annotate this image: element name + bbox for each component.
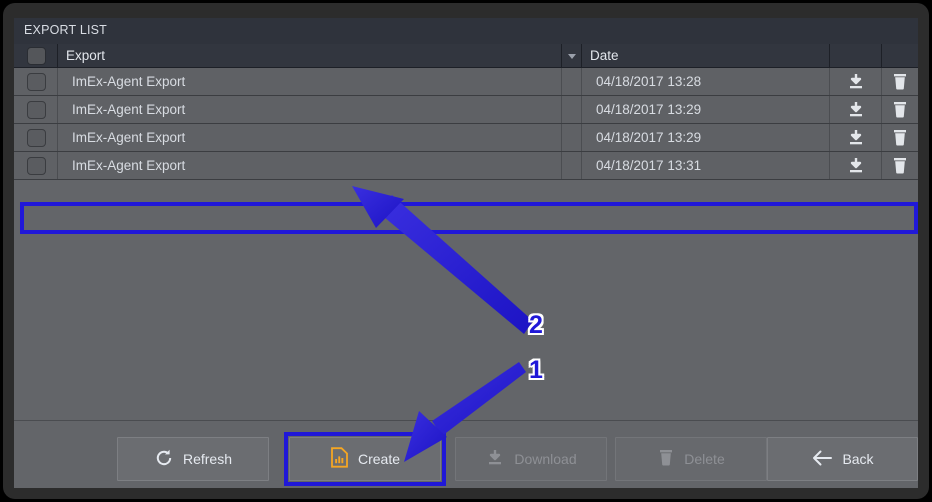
trash-icon bbox=[657, 448, 675, 471]
page-title: EXPORT LIST bbox=[24, 23, 108, 37]
row-export-name: ImEx-Agent Export bbox=[72, 130, 186, 145]
download-icon[interactable] bbox=[830, 128, 881, 148]
row-spacer-cell bbox=[562, 124, 582, 151]
export-list-panel: EXPORT LIST Export Date ImEx-Agent Expor… bbox=[14, 18, 918, 488]
row-spacer-cell bbox=[562, 68, 582, 95]
row-export-name: ImEx-Agent Export bbox=[72, 102, 186, 117]
table-header-delete bbox=[882, 44, 918, 68]
download-button[interactable]: Download bbox=[455, 437, 607, 481]
refresh-button[interactable]: Refresh bbox=[117, 437, 269, 481]
table-row[interactable]: ImEx-Agent Export 04/18/2017 13:28 bbox=[14, 68, 918, 96]
sort-descending-icon bbox=[568, 54, 576, 59]
arrow-left-icon bbox=[811, 449, 833, 470]
back-button[interactable]: Back bbox=[767, 437, 918, 481]
row-date-value: 04/18/2017 13:31 bbox=[596, 158, 702, 173]
row-export-cell: ImEx-Agent Export bbox=[58, 152, 562, 179]
row-export-name: ImEx-Agent Export bbox=[72, 158, 186, 173]
table-header-download bbox=[830, 44, 882, 68]
row-download-cell[interactable] bbox=[830, 152, 882, 179]
row-export-cell: ImEx-Agent Export bbox=[58, 96, 562, 123]
row-checkbox[interactable] bbox=[27, 101, 46, 119]
download-icon bbox=[485, 448, 505, 471]
row-download-cell[interactable] bbox=[830, 124, 882, 151]
table-header-date-label: Date bbox=[590, 48, 619, 63]
row-date-cell: 04/18/2017 13:28 bbox=[582, 68, 830, 95]
row-export-cell: ImEx-Agent Export bbox=[58, 68, 562, 95]
panel-titlebar: EXPORT LIST bbox=[14, 18, 918, 44]
row-select-cell[interactable] bbox=[14, 124, 58, 151]
row-export-cell: ImEx-Agent Export bbox=[58, 124, 562, 151]
row-delete-cell[interactable] bbox=[882, 68, 918, 95]
table-header-select[interactable] bbox=[14, 44, 58, 68]
back-button-label: Back bbox=[842, 451, 874, 467]
table-row[interactable]: ImEx-Agent Export 04/18/2017 13:29 bbox=[14, 96, 918, 124]
row-download-cell[interactable] bbox=[830, 68, 882, 95]
table-header-export[interactable]: Export bbox=[58, 44, 562, 68]
row-delete-cell[interactable] bbox=[882, 96, 918, 123]
table-row[interactable]: ImEx-Agent Export 04/18/2017 13:29 bbox=[14, 124, 918, 152]
download-icon[interactable] bbox=[830, 100, 881, 120]
row-date-cell: 04/18/2017 13:31 bbox=[582, 152, 830, 179]
refresh-button-label: Refresh bbox=[182, 451, 233, 467]
row-date-value: 04/18/2017 13:28 bbox=[596, 74, 702, 89]
action-bar: Refresh Create Download Delete Back bbox=[14, 420, 918, 488]
create-report-icon bbox=[330, 447, 349, 471]
select-all-checkbox[interactable] bbox=[27, 47, 46, 65]
download-button-label: Download bbox=[514, 451, 577, 467]
delete-button[interactable]: Delete bbox=[615, 437, 767, 481]
refresh-icon bbox=[154, 448, 174, 471]
trash-icon[interactable] bbox=[882, 72, 918, 92]
row-spacer-cell bbox=[562, 96, 582, 123]
window-frame: EXPORT LIST Export Date ImEx-Agent Expor… bbox=[0, 0, 932, 502]
create-button-label: Create bbox=[357, 451, 401, 467]
trash-icon[interactable] bbox=[882, 128, 918, 148]
row-select-cell[interactable] bbox=[14, 152, 58, 179]
row-date-cell: 04/18/2017 13:29 bbox=[582, 96, 830, 123]
row-checkbox[interactable] bbox=[27, 129, 46, 147]
row-checkbox[interactable] bbox=[27, 157, 46, 175]
row-download-cell[interactable] bbox=[830, 96, 882, 123]
row-date-value: 04/18/2017 13:29 bbox=[596, 130, 702, 145]
table-row[interactable]: ImEx-Agent Export 04/18/2017 13:31 bbox=[14, 152, 918, 180]
row-select-cell[interactable] bbox=[14, 96, 58, 123]
delete-button-label: Delete bbox=[684, 451, 725, 467]
download-icon[interactable] bbox=[830, 72, 881, 92]
row-spacer-cell bbox=[562, 152, 582, 179]
table-header-date[interactable]: Date bbox=[582, 44, 830, 68]
row-delete-cell[interactable] bbox=[882, 152, 918, 179]
row-export-name: ImEx-Agent Export bbox=[72, 74, 186, 89]
download-icon[interactable] bbox=[830, 156, 881, 176]
row-delete-cell[interactable] bbox=[882, 124, 918, 151]
row-date-value: 04/18/2017 13:29 bbox=[596, 102, 702, 117]
annotation-highlight-row bbox=[20, 202, 918, 234]
row-select-cell[interactable] bbox=[14, 68, 58, 95]
row-checkbox[interactable] bbox=[27, 73, 46, 91]
table-header-sort[interactable] bbox=[562, 44, 582, 68]
trash-icon[interactable] bbox=[882, 100, 918, 120]
export-table: Export Date ImEx-Agent Export 04/18/2017… bbox=[14, 44, 918, 420]
table-header-row: Export Date bbox=[14, 44, 918, 68]
row-date-cell: 04/18/2017 13:29 bbox=[582, 124, 830, 151]
trash-icon[interactable] bbox=[882, 156, 918, 176]
table-header-export-label: Export bbox=[66, 48, 106, 63]
create-button[interactable]: Create bbox=[289, 437, 441, 481]
